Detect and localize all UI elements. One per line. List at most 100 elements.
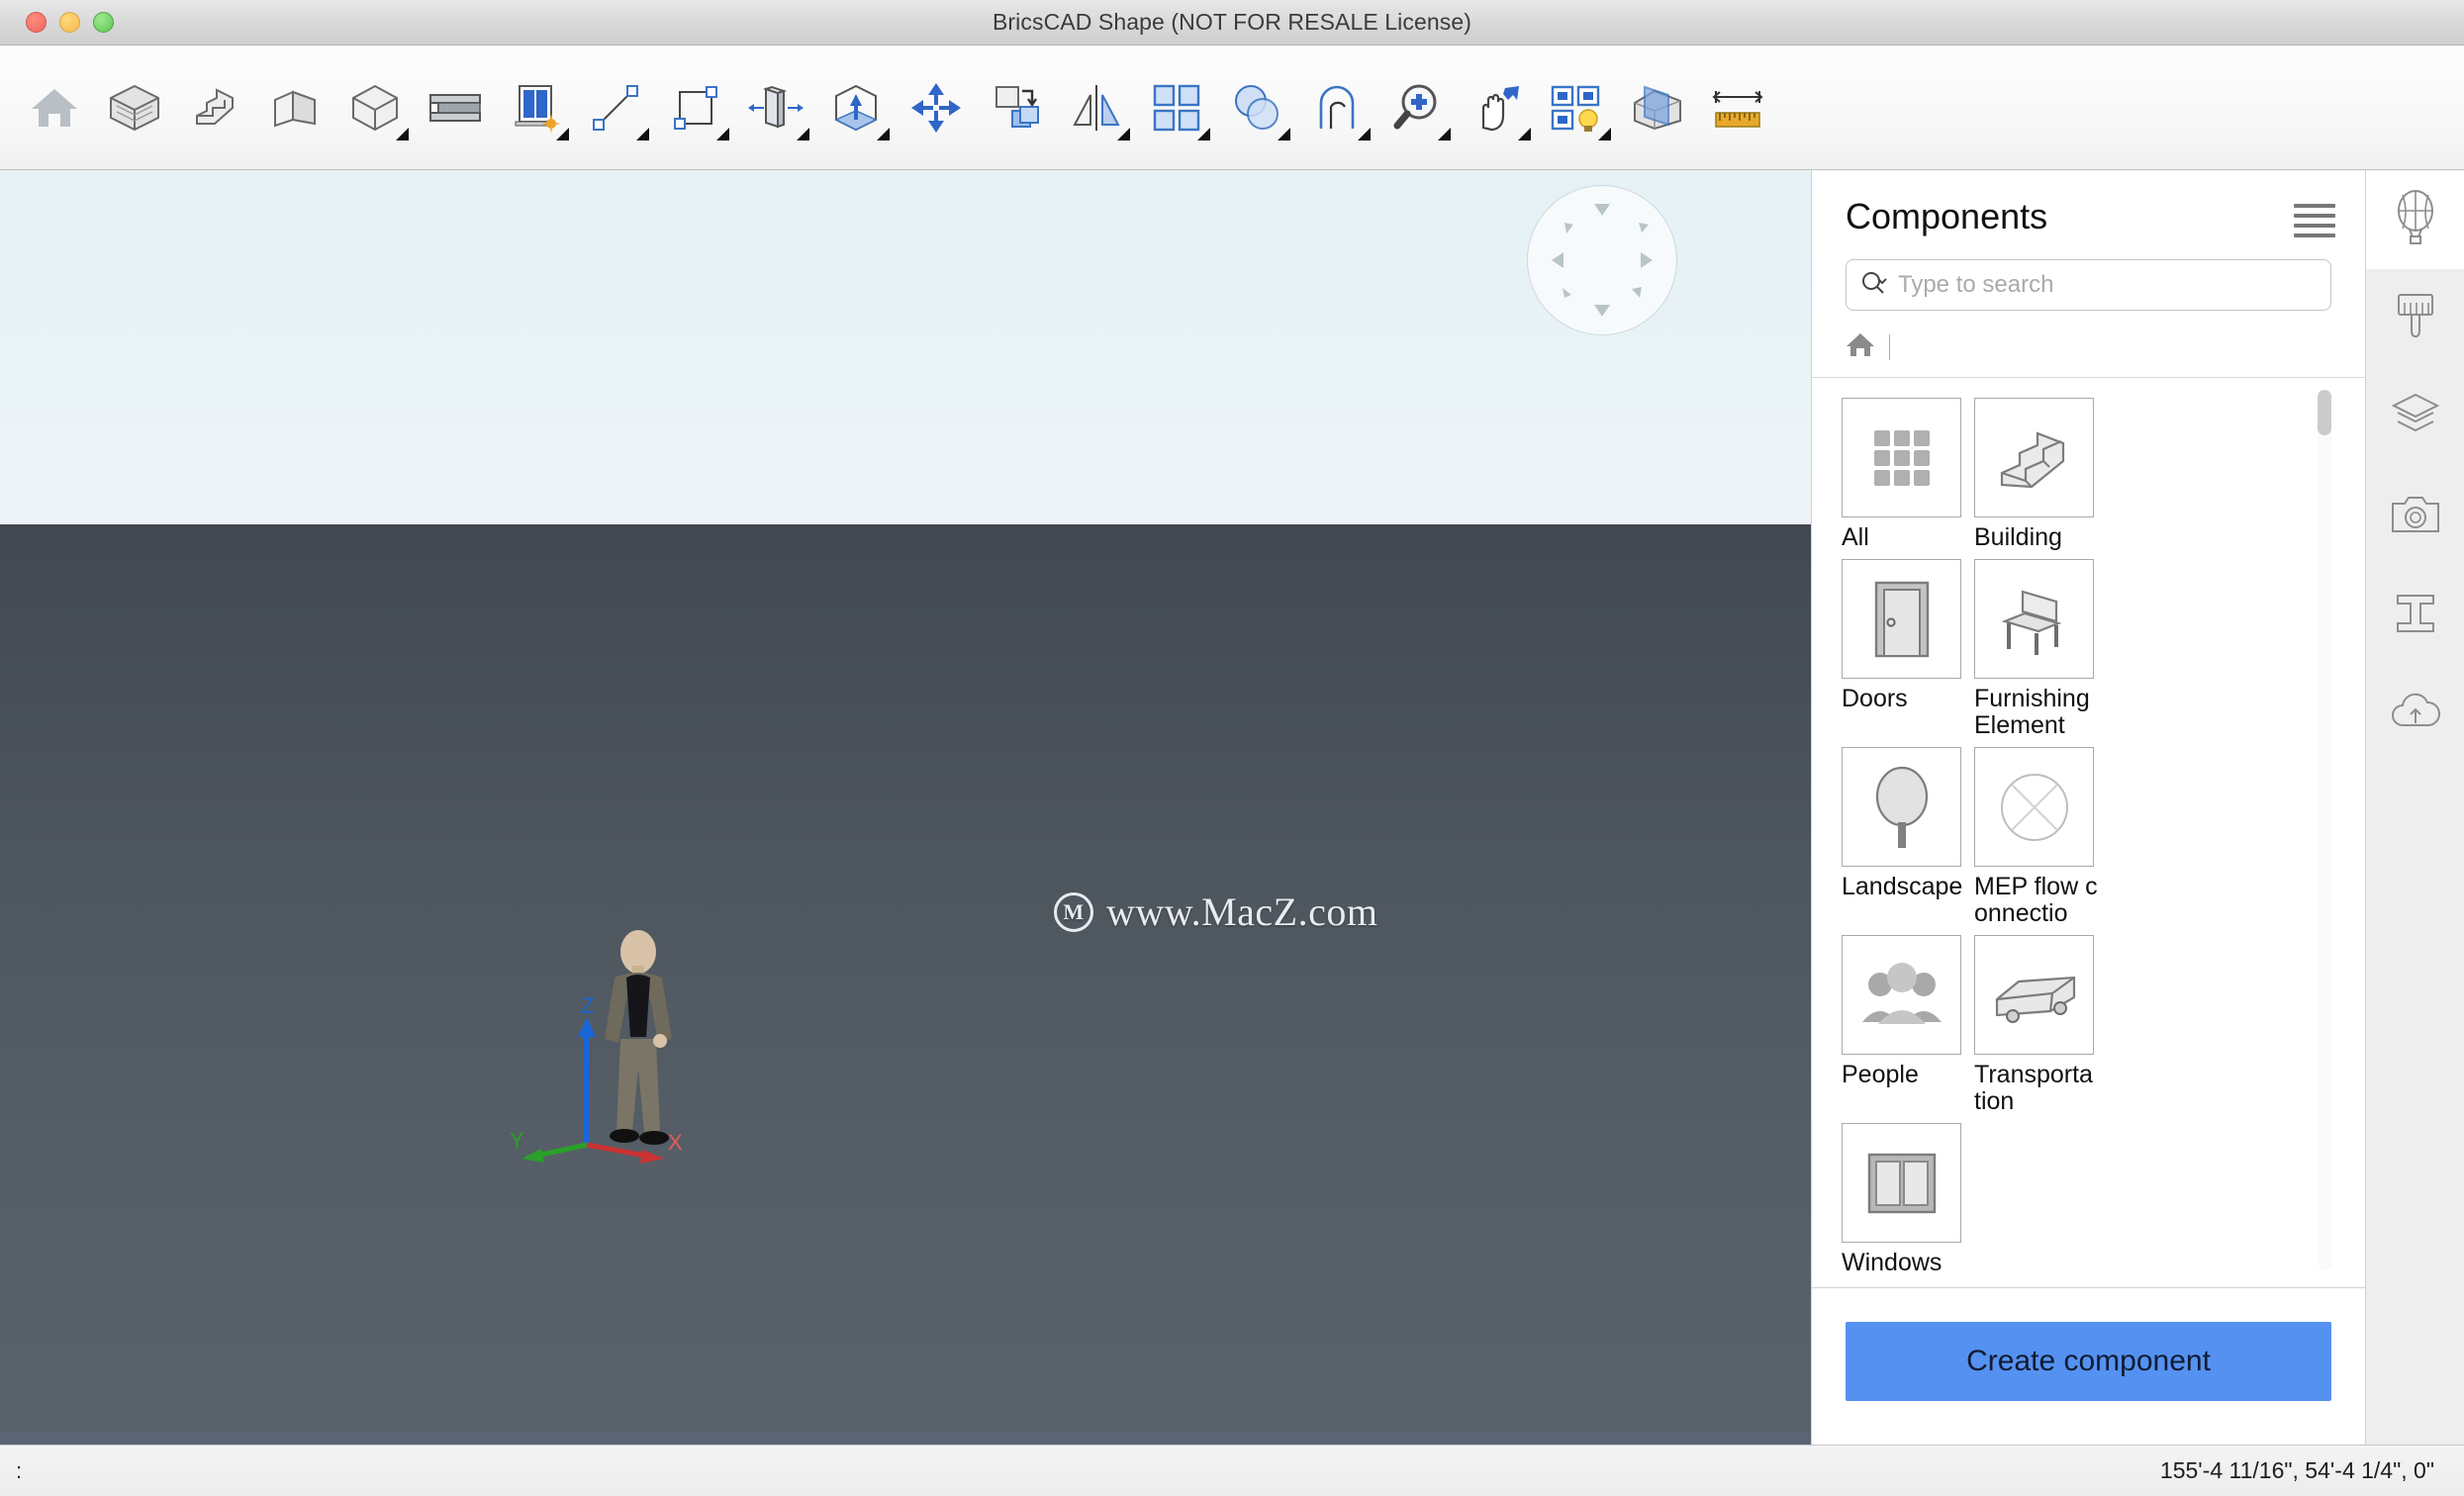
flyout-indicator (797, 127, 809, 140)
watermark-logo-icon: M (1054, 891, 1093, 932)
components-panel: Components Type to search All Building D… (1811, 170, 2365, 1445)
grid-icon (1842, 398, 1961, 517)
component-tile-people[interactable]: People (1838, 935, 1970, 1123)
component-tile-label: People (1842, 1061, 1919, 1088)
pan-icon[interactable] (1461, 71, 1534, 144)
chair-icon (1974, 559, 2094, 679)
page-title: Components (1846, 196, 2048, 236)
component-tile-label: Windows (1842, 1249, 1943, 1276)
balloon-icon (2391, 189, 2440, 250)
flyout-indicator (396, 127, 409, 140)
breadcrumb-home-icon[interactable] (1846, 330, 1875, 363)
panel-header: Components (1812, 170, 2365, 237)
array-icon[interactable] (1140, 71, 1213, 144)
rail-item-components[interactable] (2365, 170, 2464, 269)
copy-icon[interactable] (980, 71, 1053, 144)
breadcrumb (1812, 311, 2365, 378)
3d-viewport[interactable]: Z Y X M www.MacZ.com (0, 170, 1811, 1445)
truck-icon (1974, 935, 2094, 1055)
component-tile-doors[interactable]: Doors (1838, 559, 1970, 747)
right-icon-rail (2365, 170, 2464, 1445)
line-icon[interactable] (579, 71, 652, 144)
hamburger-menu-icon[interactable] (2294, 204, 2335, 237)
component-tile-landscape[interactable]: Landscape (1838, 747, 1970, 935)
slab-icon[interactable] (258, 71, 332, 144)
move-icon[interactable] (900, 71, 973, 144)
flyout-indicator (1358, 127, 1371, 140)
person-model[interactable]: Z Y X (510, 922, 767, 1174)
main-toolbar (0, 46, 2464, 170)
component-tile-label: Building (1974, 523, 2062, 551)
flyout-indicator (1438, 127, 1451, 140)
svg-text:X: X (668, 1130, 683, 1155)
component-tile-label: Transportation (1974, 1061, 2093, 1115)
people-icon (1842, 935, 1961, 1055)
flyout-indicator (716, 127, 729, 140)
wall-brick-icon[interactable] (98, 71, 171, 144)
search-area (1812, 237, 2365, 311)
rectangle-icon[interactable] (659, 71, 732, 144)
component-tile-building[interactable]: Building (1970, 398, 2103, 559)
flyout-indicator (1117, 127, 1130, 140)
rail-item-materials[interactable] (2366, 269, 2464, 368)
coordinates-readout: 155'-4 11/16", 54'-4 1/4", 0" (2159, 1457, 2434, 1483)
extrude-icon[interactable] (819, 71, 893, 144)
svg-text:Y: Y (510, 1128, 524, 1153)
component-tile-all[interactable]: All (1838, 398, 1970, 559)
layers-icon (2390, 391, 2441, 445)
command-prompt[interactable]: : (16, 1458, 22, 1484)
command-line-strip (0, 1432, 1811, 1445)
components-grid-area: All Building Doors Furnishing Element La… (1812, 378, 2365, 1287)
flyout-indicator (1197, 127, 1210, 140)
component-tile-transportation[interactable]: Transportation (1970, 935, 2103, 1123)
component-tile-label: Landscape (1842, 873, 1963, 900)
panel-scrollbar-thumb[interactable] (2318, 390, 2331, 435)
application-window: BricsCAD Shape (NOT FOR RESALE License) (0, 0, 2464, 1496)
component-tile-label: All (1842, 523, 1869, 551)
flyout-indicator (877, 127, 890, 140)
components-grid: All Building Doors Furnishing Element La… (1812, 378, 2227, 1284)
tree-icon (1842, 747, 1961, 867)
push-pull-icon[interactable] (739, 71, 812, 144)
title-bar: BricsCAD Shape (NOT FOR RESALE License) (0, 0, 2464, 46)
component-tile-furnishing-element[interactable]: Furnishing Element (1970, 559, 2103, 747)
search-box[interactable] (1846, 259, 2331, 311)
create-component-button[interactable]: Create component (1846, 1322, 2331, 1401)
component-tile-label: Doors (1842, 685, 1908, 712)
window-icon (1842, 1123, 1961, 1243)
measure-icon[interactable] (1701, 71, 1774, 144)
solid-box-icon[interactable] (338, 71, 412, 144)
svg-text:Z: Z (581, 993, 594, 1018)
lookfrom-widget[interactable] (1527, 185, 1677, 335)
beam-icon[interactable] (419, 71, 492, 144)
visual-style-icon[interactable] (1541, 71, 1614, 144)
search-icon[interactable] (1860, 270, 1890, 301)
stairs-icon (1974, 398, 2094, 517)
panel-footer: Create component (1812, 1288, 2365, 1445)
rail-item-views[interactable] (2366, 467, 2464, 566)
panel-scrollbar[interactable] (2318, 390, 2331, 1269)
rail-item-profiles[interactable] (2366, 566, 2464, 665)
flyout-indicator (556, 127, 569, 140)
paintbrush-icon (2391, 289, 2440, 349)
watermark-text: www.MacZ.com (1106, 889, 1378, 934)
window-insert-icon[interactable] (499, 71, 572, 144)
flow-connection-icon (1974, 747, 2094, 867)
camera-icon (2389, 492, 2442, 542)
mirror-icon[interactable] (1060, 71, 1133, 144)
breadcrumb-separator (1889, 333, 1890, 360)
fillet-icon[interactable] (1300, 71, 1374, 144)
ground-background (0, 524, 1811, 1445)
home-icon[interactable] (18, 71, 91, 144)
rail-item-layers[interactable] (2366, 368, 2464, 467)
stairs-icon[interactable] (178, 71, 251, 144)
flyout-indicator (1518, 127, 1531, 140)
component-tile-windows[interactable]: Windows (1838, 1123, 1970, 1284)
boolean-union-icon[interactable] (1220, 71, 1293, 144)
rail-item-publish[interactable] (2366, 665, 2464, 764)
component-tile-mep-flow-connection[interactable]: MEP flow connectio (1970, 747, 2103, 935)
section-icon[interactable] (1621, 71, 1694, 144)
search-input[interactable] (1898, 271, 2317, 299)
door-icon (1842, 559, 1961, 679)
zoom-icon[interactable] (1380, 71, 1454, 144)
